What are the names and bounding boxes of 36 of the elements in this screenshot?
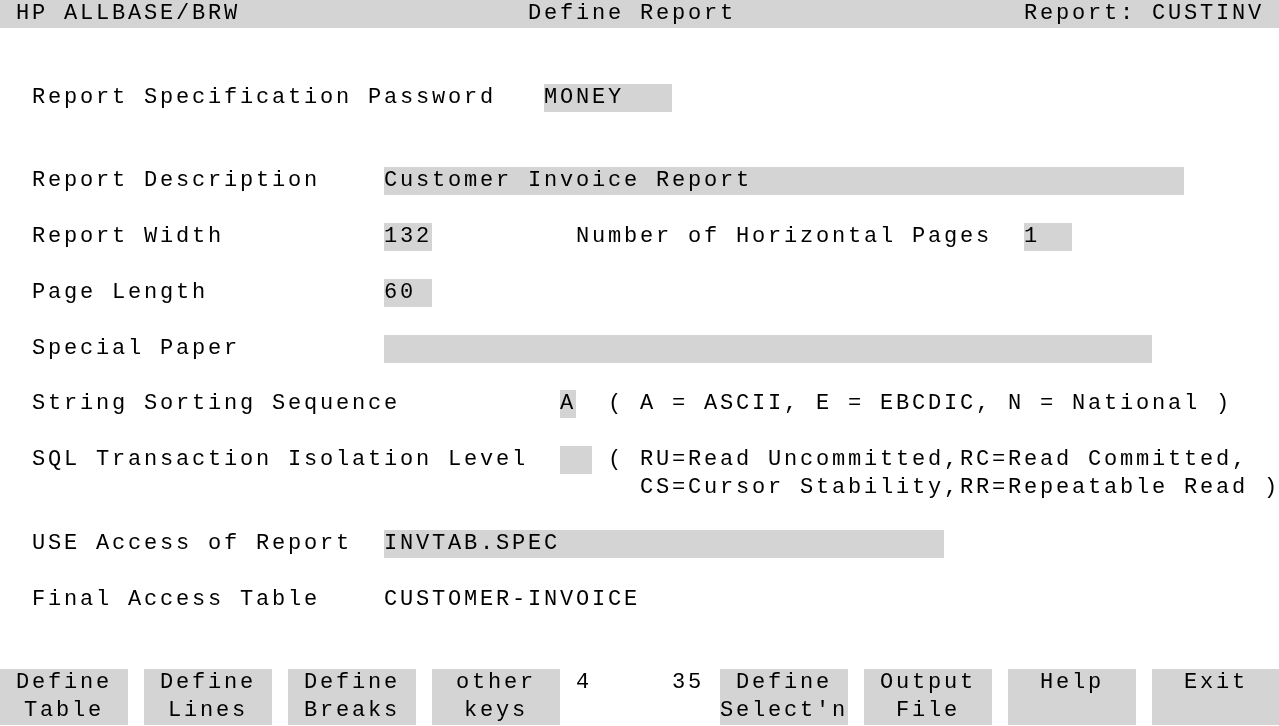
hint-text: ( A = ASCII, E = EBCDIC, N = National )	[608, 390, 1232, 419]
input-field[interactable]: A	[560, 390, 576, 419]
product-name: HP ALLBASE/BRW	[16, 0, 240, 28]
field-label: USE Access of Report	[32, 529, 352, 558]
function-key[interactable]: Define Select'n	[720, 669, 848, 726]
hint-text: CS=Cursor Stability,RR=Repeatable Read )	[640, 474, 1279, 503]
status-number: 4	[576, 669, 592, 698]
function-key[interactable]: Output File	[864, 669, 992, 726]
field-label: String Sorting Sequence	[32, 390, 400, 419]
input-field[interactable]	[560, 446, 592, 475]
input-field[interactable]: 132	[384, 223, 432, 251]
function-key[interactable]: Help	[1008, 669, 1136, 726]
function-key[interactable]: Define Breaks	[288, 669, 416, 726]
function-key[interactable]: Define Table	[0, 669, 128, 726]
report-name: Report: CUSTINV	[1024, 0, 1264, 28]
field-label: Number of Horizontal Pages	[576, 223, 992, 251]
function-key[interactable]: Define Lines	[144, 669, 272, 726]
field-label: Page Length	[32, 278, 208, 307]
status-number: 35	[672, 669, 704, 698]
field-label: SQL Transaction Isolation Level	[32, 446, 528, 475]
input-field[interactable]: MONEY	[544, 83, 672, 112]
field-label: Report Description	[32, 167, 320, 196]
input-field[interactable]: 1	[1024, 223, 1072, 251]
function-key[interactable]: other keys	[432, 669, 560, 726]
function-key[interactable]: Exit	[1152, 669, 1279, 726]
field-label: Report Width	[32, 223, 224, 251]
input-field[interactable]	[384, 334, 1152, 363]
input-field[interactable]: INVTAB.SPEC	[384, 529, 944, 558]
input-field[interactable]: 60	[384, 278, 432, 307]
field-value: CUSTOMER-INVOICE	[384, 585, 640, 614]
screen-title: Define Report	[528, 0, 736, 28]
field-label: Final Access Table	[32, 585, 320, 614]
hint-text: ( RU=Read Uncommitted,RC=Read Committed,	[608, 446, 1248, 475]
field-label: Report Specification Password	[32, 83, 496, 112]
field-label: Special Paper	[32, 334, 240, 363]
input-field[interactable]: Customer Invoice Report	[384, 167, 1184, 196]
